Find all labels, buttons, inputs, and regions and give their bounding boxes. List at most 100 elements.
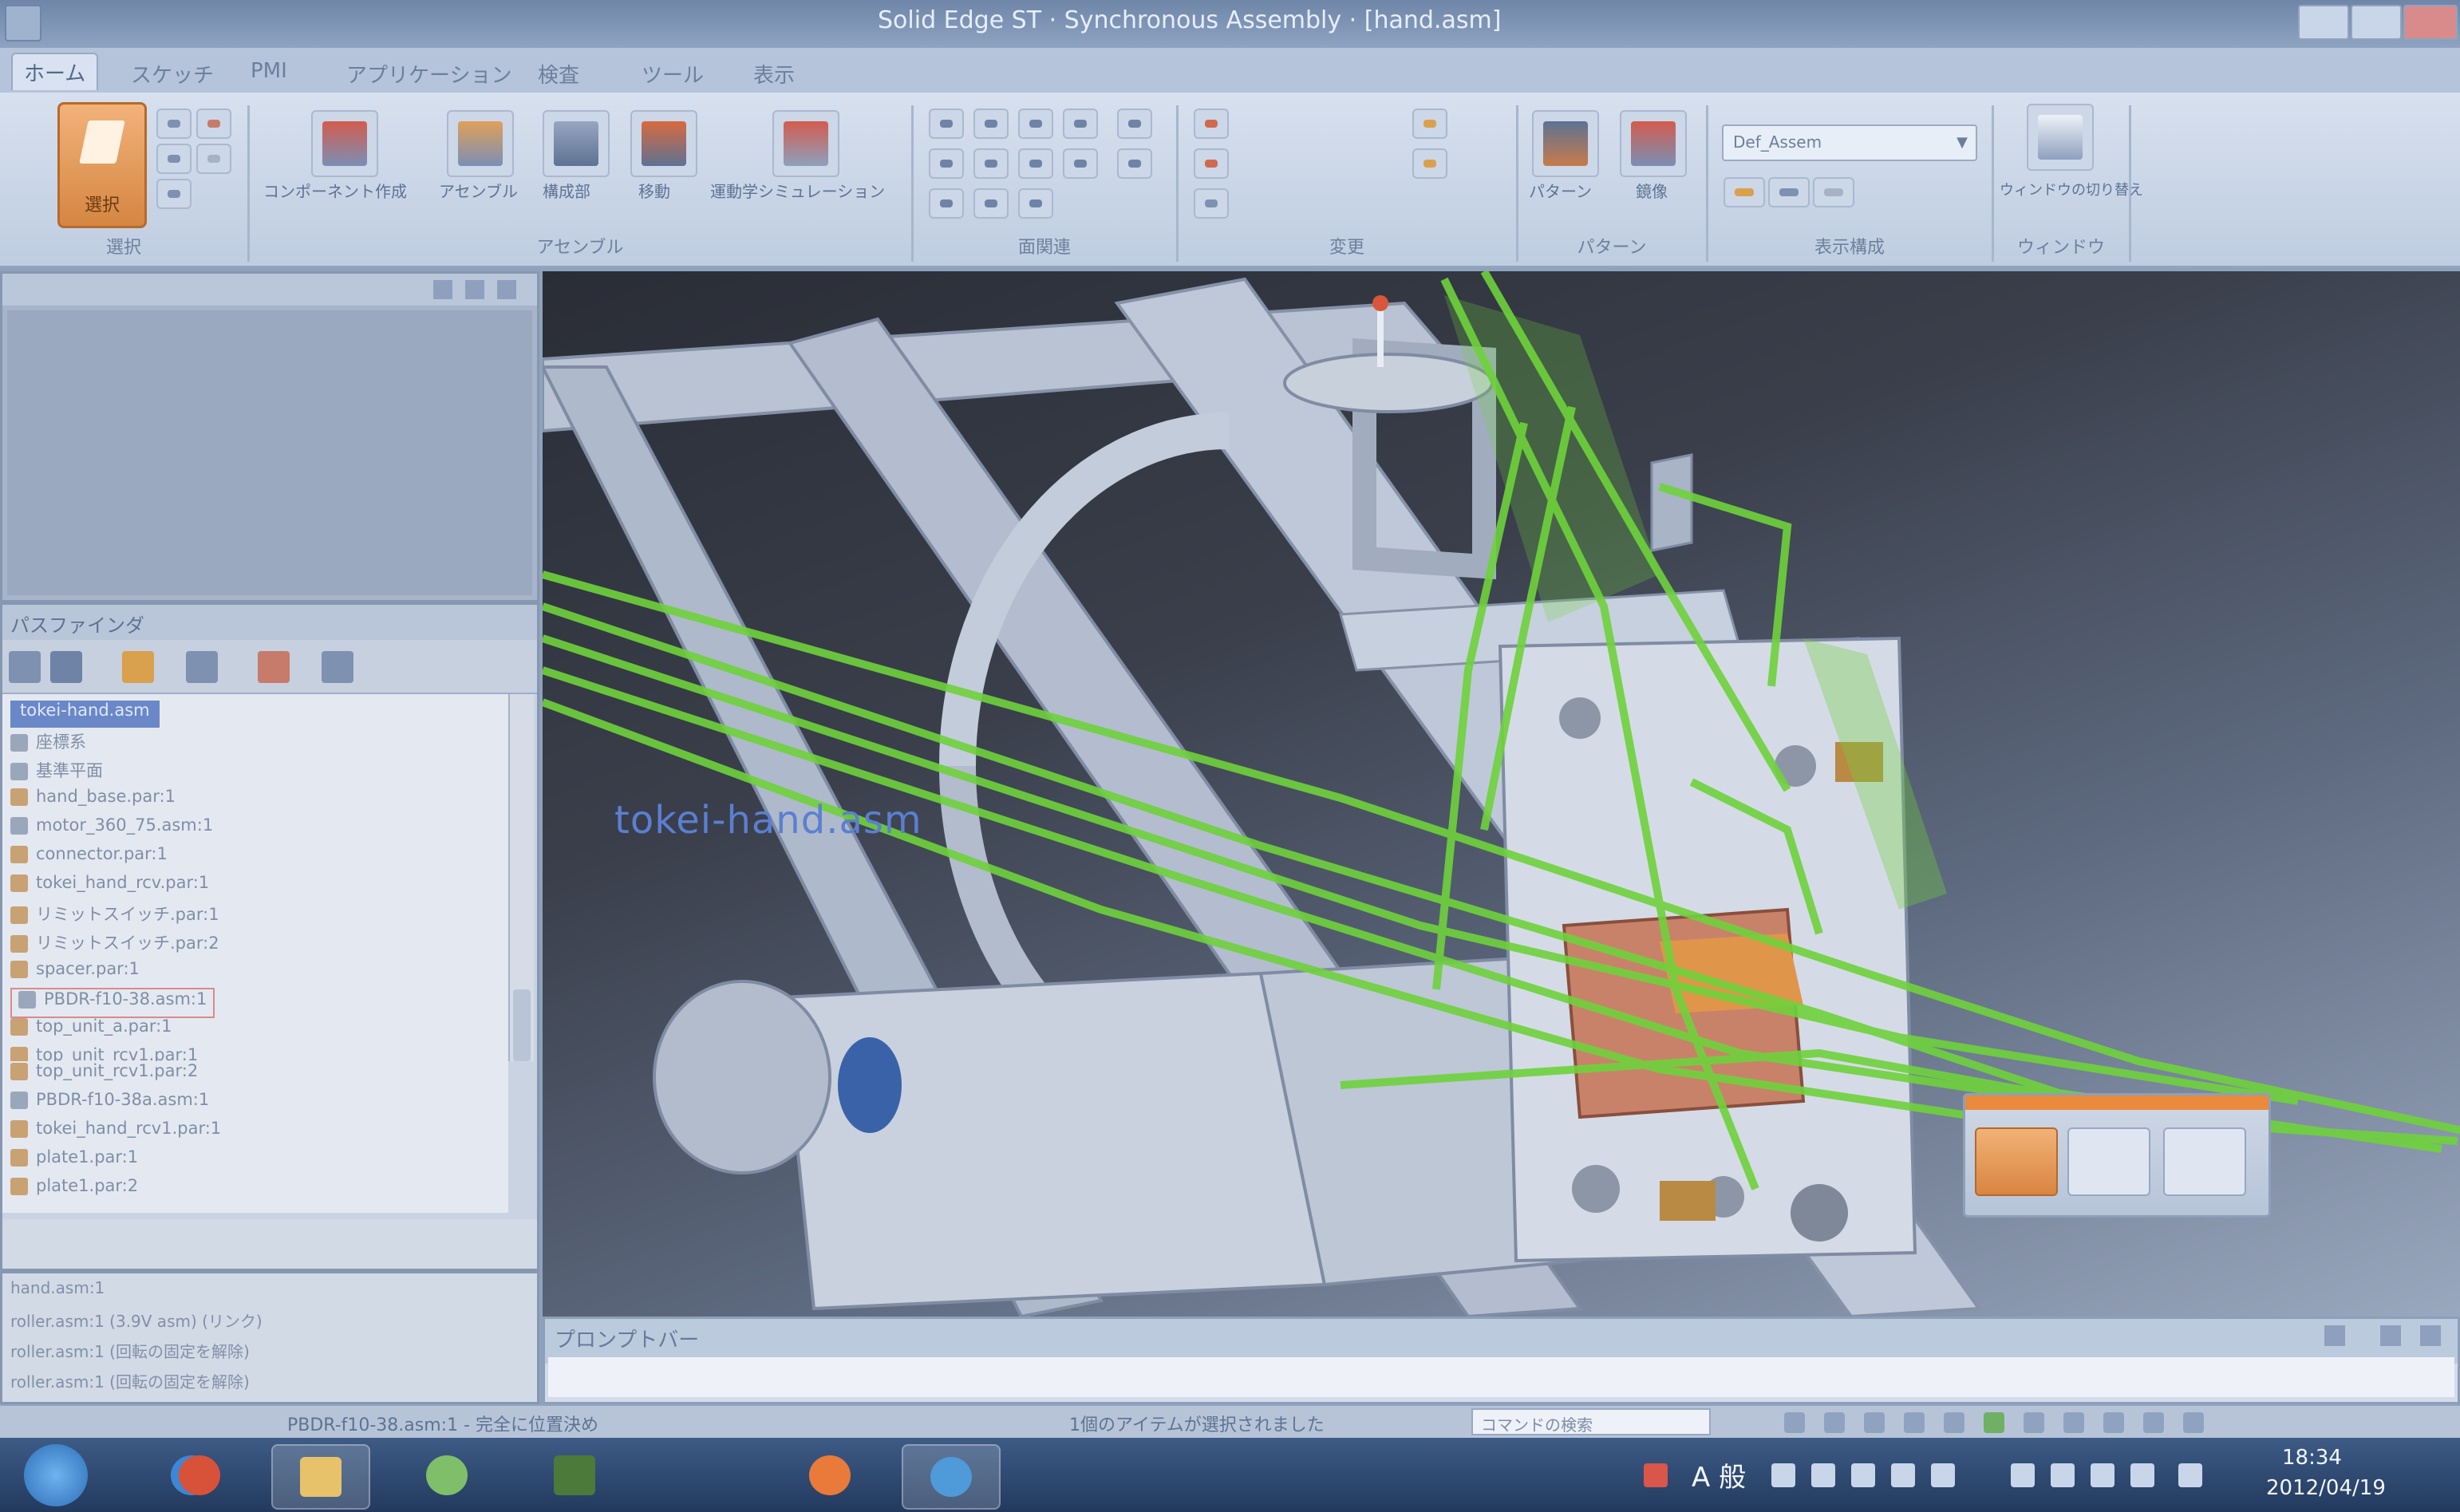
shape-tool-2[interactable] [1194,148,1229,179]
dock-icon[interactable] [465,280,484,299]
display-config-combo[interactable]: Def_Assem ▼ [1722,124,1977,161]
sketch-view-icon[interactable] [2063,1412,2084,1433]
tree-item[interactable]: tokei_hand_rcv.par:1 [10,873,209,900]
display-tool-3[interactable] [1813,177,1854,207]
pin-icon[interactable] [433,280,452,299]
taskbar-app-1[interactable] [399,1444,495,1506]
display-icon[interactable] [258,651,290,683]
mirror-button[interactable] [1620,110,1687,177]
select-deselect-button[interactable] [196,144,231,174]
volume-icon[interactable] [2130,1463,2154,1487]
modify-tool-12[interactable] [1117,109,1152,139]
tree-item[interactable]: PBDR-f10-38.asm:1 [10,988,215,1018]
tree-item[interactable]: PBDR-f10-38a.asm:1 [10,1090,209,1109]
settings-icon[interactable] [322,651,353,683]
tree-item[interactable]: tokei_hand_rcv1.par:1 [10,1119,221,1138]
previous-view-icon[interactable] [2103,1412,2124,1433]
tab-tools[interactable]: ツール [630,56,715,92]
tray-icon[interactable] [1771,1463,1795,1487]
sub-assembly-button[interactable] [543,110,610,177]
view-orient-icon[interactable] [1944,1412,1964,1433]
tray-icon[interactable] [1851,1463,1875,1487]
quickbar-option-button[interactable] [2067,1127,2150,1196]
pan-icon[interactable] [1864,1412,1885,1433]
pin-icon[interactable] [2380,1325,2401,1346]
select-box-button[interactable] [156,144,192,174]
tree-item[interactable]: connector.par:1 [10,844,168,871]
show-hidden-icons[interactable] [2011,1463,2035,1487]
list-icon[interactable] [186,651,218,683]
tree-item[interactable]: spacer.par:1 [10,959,140,986]
modify-tool-5[interactable] [929,148,964,179]
tree-item[interactable]: top_unit_rcv1.par:2 [10,1061,198,1080]
clock-time[interactable]: 18:34 [2282,1446,2342,1470]
filter-icon[interactable] [122,651,154,683]
zoom-icon[interactable] [1824,1412,1845,1433]
relationship-row[interactable]: hand.asm:1 [10,1278,105,1297]
shape-tool-1[interactable] [1194,109,1229,139]
tree-item[interactable]: top_unit_a.par:1 [10,1017,172,1044]
shape-tool-3[interactable] [1194,188,1229,219]
component-structure-button[interactable] [311,110,378,177]
tree-item[interactable]: plate1.par:2 [10,1176,138,1195]
switch-window-button[interactable] [2027,104,2094,171]
modify-tool-2[interactable] [973,109,1009,139]
shape-tool-4[interactable] [1412,109,1447,139]
close-button[interactable] [2403,5,2458,40]
section-view-icon[interactable] [2143,1412,2164,1433]
tree-item[interactable]: hand_base.par:1 [10,787,176,814]
modify-tool-7[interactable] [1018,148,1053,179]
tab-sketch[interactable]: スケッチ [120,56,225,92]
tree-item[interactable]: motor_360_75.asm:1 [10,815,213,843]
start-button[interactable] [24,1444,88,1506]
tab-home[interactable]: ホーム [11,53,99,90]
pattern-button[interactable] [1532,110,1599,177]
taskbar-app-2[interactable] [527,1444,622,1506]
quickbar-move-button[interactable] [1975,1127,2058,1196]
tab-view[interactable]: 表示 [742,56,806,92]
modify-tool-4[interactable] [1063,109,1098,139]
power-icon[interactable] [2178,1463,2202,1487]
app-icon[interactable] [5,5,41,41]
command-search-input[interactable]: コマンドの検索 [1471,1408,1711,1435]
tray-icon[interactable] [1811,1463,1835,1487]
shape-tool-5[interactable] [1412,148,1447,179]
tree-item[interactable]: 基準平面 [10,758,103,785]
taskbar-app-3[interactable] [782,1444,878,1506]
tree-icon[interactable] [50,651,82,683]
modify-tool-6[interactable] [973,148,1009,179]
taskbar-solid-edge[interactable] [902,1444,1001,1510]
modify-tool-9[interactable] [929,188,964,219]
scrollbar-thumb[interactable] [513,989,531,1061]
taskbar-explorer[interactable] [271,1444,370,1510]
minimize-button[interactable] [2298,5,2349,40]
select-pick-button[interactable] [156,179,192,209]
tree-item[interactable]: 座標系 [10,729,86,756]
display-tool-2[interactable] [1768,177,1810,207]
display-style-icon[interactable] [2183,1412,2204,1433]
maximize-button[interactable] [2351,5,2402,40]
modify-tool-3[interactable] [1018,109,1053,139]
graphics-viewport[interactable]: tokei-hand.asm [543,271,2460,1317]
move-button[interactable] [630,110,697,177]
flag-icon[interactable] [2051,1463,2075,1487]
relationship-row[interactable]: roller.asm:1 (回転の固定を解除) [10,1339,250,1362]
select-option-button[interactable] [156,109,192,139]
tab-pmi[interactable]: PMI [239,56,298,86]
help-icon[interactable] [1891,1463,1915,1487]
tray-app-icon[interactable] [1644,1463,1668,1487]
shading-icon[interactable] [1984,1412,2004,1433]
named-view-icon[interactable] [2024,1412,2044,1433]
display-tool-1[interactable] [1724,177,1765,207]
font-size-icon[interactable] [2324,1325,2345,1346]
prompt-text-area[interactable] [548,1357,2454,1397]
tree-item[interactable]: top_unit_rcv1.par:1 [10,1045,198,1061]
modify-tool-10[interactable] [973,188,1009,219]
modify-tool-13[interactable] [1117,148,1152,179]
modify-tool-11[interactable] [1018,188,1053,219]
close-icon[interactable] [497,280,516,299]
tree-item[interactable]: リミットスイッチ.par:1 [10,902,219,929]
network-icon[interactable] [2091,1463,2114,1487]
motion-simulation-button[interactable] [772,110,839,177]
relationship-row[interactable]: roller.asm:1 (回転の固定を解除) [10,1369,250,1392]
